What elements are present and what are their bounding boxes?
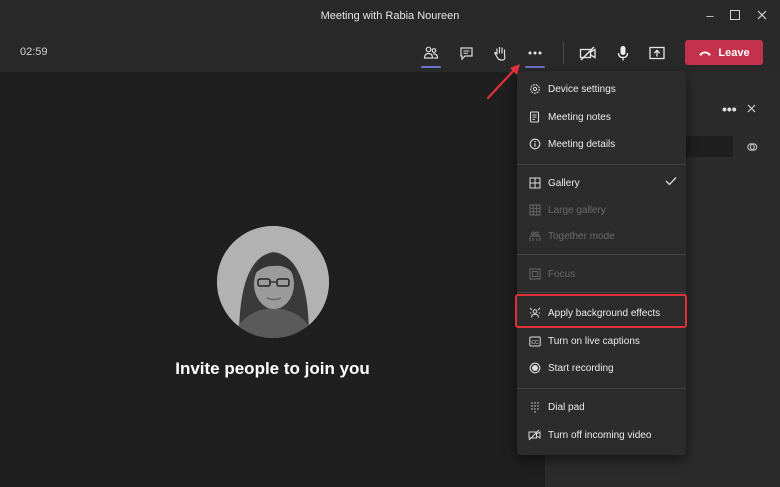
- camera-off-icon: [579, 45, 596, 61]
- menu-divider: [517, 388, 686, 389]
- people-icon: [423, 46, 439, 59]
- meeting-stage: Invite people to join you: [0, 72, 545, 487]
- close-window-button[interactable]: [752, 6, 772, 26]
- maximize-button[interactable]: [725, 6, 745, 26]
- profile-photo: [217, 226, 329, 338]
- menu-item-meeting-details[interactable]: Meeting details: [517, 132, 686, 156]
- leave-button[interactable]: Leave: [685, 40, 763, 65]
- menu-divider: [517, 292, 686, 293]
- menu-item-label: Meeting notes: [548, 111, 611, 123]
- menu-item-label: Gallery: [548, 177, 580, 189]
- menu-item-start-recording[interactable]: Start recording: [517, 356, 686, 380]
- menu-item-label: Turn on live captions: [548, 335, 640, 347]
- checkmark-icon: [665, 176, 677, 189]
- more-actions-menu: Device settings Meeting notes Meeting de…: [517, 71, 686, 455]
- close-icon: [747, 104, 756, 113]
- menu-item-dial-pad[interactable]: Dial pad: [517, 395, 686, 419]
- window-title: Meeting with Rabia Noureen: [320, 10, 460, 22]
- menu-item-label: Large gallery: [548, 204, 606, 216]
- record-icon: [528, 362, 541, 375]
- menu-item-focus: Focus: [517, 262, 686, 286]
- panel-more-button[interactable]: •••: [722, 101, 737, 117]
- menu-item-meeting-notes[interactable]: Meeting notes: [517, 105, 686, 129]
- share-screen-button[interactable]: [646, 42, 668, 64]
- menu-item-live-captions[interactable]: CC Turn on live captions: [517, 329, 686, 353]
- highlight-box: [515, 294, 687, 328]
- captions-icon: CC: [528, 335, 541, 348]
- avatar: [217, 226, 329, 338]
- menu-item-label: Dial pad: [548, 401, 585, 413]
- chat-icon: [459, 46, 473, 60]
- close-icon: [757, 10, 767, 20]
- video-off-icon: [528, 429, 541, 442]
- toolbar-divider: [563, 42, 564, 64]
- menu-item-device-settings[interactable]: Device settings: [517, 77, 686, 101]
- menu-item-label: Focus: [548, 268, 576, 280]
- menu-item-large-gallery: Large gallery: [517, 198, 686, 222]
- svg-text:CC: CC: [531, 339, 539, 345]
- menu-item-gallery[interactable]: Gallery: [517, 171, 686, 195]
- microphone-button[interactable]: [612, 42, 634, 64]
- camera-toggle-button[interactable]: [577, 42, 599, 64]
- meeting-toolbar: 02:59 Leave: [0, 34, 780, 72]
- large-gallery-icon: [528, 204, 541, 217]
- minimize-button[interactable]: –: [700, 6, 720, 26]
- view-icon[interactable]: [746, 139, 758, 157]
- share-screen-icon: [649, 46, 665, 59]
- meeting-timer: 02:59: [20, 46, 48, 58]
- hang-up-icon: [699, 51, 712, 56]
- together-mode-icon: [528, 230, 541, 243]
- invite-message: Invite people to join you: [175, 359, 370, 378]
- menu-item-label: Turn off incoming video: [548, 429, 652, 441]
- more-icon: [528, 51, 542, 55]
- menu-item-label: Device settings: [548, 83, 616, 95]
- menu-item-turn-off-incoming-video[interactable]: Turn off incoming video: [517, 423, 686, 447]
- annotation-arrow: [486, 64, 520, 100]
- menu-divider: [517, 164, 686, 165]
- info-icon: [528, 138, 541, 151]
- active-indicator: [421, 66, 441, 68]
- menu-item-label: Together mode: [548, 230, 615, 242]
- participants-button[interactable]: [420, 42, 442, 68]
- notes-icon: [528, 111, 541, 124]
- maximize-icon: [730, 10, 740, 20]
- gallery-icon: [528, 177, 541, 190]
- dial-pad-icon: [528, 401, 541, 414]
- menu-item-label: Meeting details: [548, 138, 616, 150]
- menu-divider: [517, 254, 686, 255]
- focus-icon: [528, 268, 541, 281]
- title-bar: Meeting with Rabia Noureen –: [0, 0, 780, 34]
- menu-item-together-mode: Together mode: [517, 224, 686, 248]
- panel-input-field[interactable]: [685, 136, 733, 157]
- chat-button[interactable]: [455, 42, 477, 64]
- menu-item-label: Start recording: [548, 362, 614, 374]
- leave-label: Leave: [718, 46, 750, 59]
- microphone-icon: [617, 45, 629, 60]
- panel-close-button[interactable]: [747, 102, 756, 116]
